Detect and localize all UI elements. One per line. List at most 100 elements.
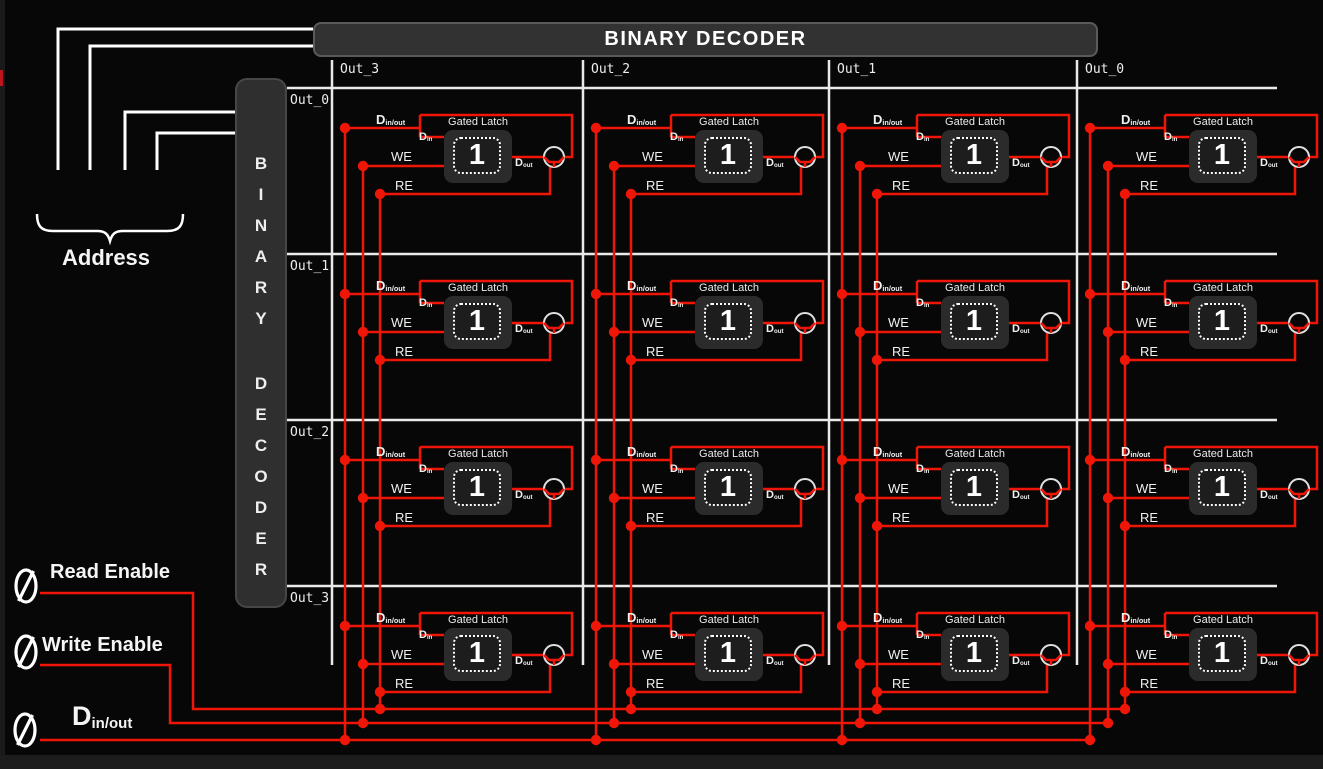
column-label-out_0: Out_0 <box>1085 62 1124 77</box>
window-left-edge-accent <box>0 70 3 86</box>
din-label: Din <box>670 297 683 309</box>
memory-cell: Din/out WE RE Gated Latch Din 1 Dout <box>583 420 833 586</box>
din-label: Din <box>1164 463 1177 475</box>
gated-latch-title: Gated Latch <box>945 614 1005 626</box>
top-binary-decoder-label: BINARY DECODER <box>604 28 806 51</box>
dout-label: Dout <box>1260 489 1278 501</box>
gated-latch-box: Din 1 <box>444 628 512 681</box>
gated-latch-box: Din 1 <box>444 462 512 515</box>
address-label: Address <box>62 245 150 271</box>
din-label: Din <box>916 131 929 143</box>
cell-re-label: RE <box>395 344 413 359</box>
stored-bit-display[interactable]: 1 <box>950 635 998 672</box>
dout-label: Dout <box>1260 655 1278 667</box>
cell-dinout-label: Din/out <box>627 112 656 127</box>
cell-re-label: RE <box>646 676 664 691</box>
dout-label: Dout <box>515 655 533 667</box>
cell-dinout-label: Din/out <box>1121 278 1150 293</box>
stored-bit-display[interactable]: 1 <box>950 137 998 174</box>
stored-bit-display[interactable]: 1 <box>453 303 501 340</box>
din-label: Din <box>916 629 929 641</box>
left-decoder-letter: A <box>255 241 267 272</box>
gated-latch-title: Gated Latch <box>945 116 1005 128</box>
gated-latch-box: Din 1 <box>695 296 763 349</box>
gated-latch-title: Gated Latch <box>699 448 759 460</box>
cell-dinout-label: Din/out <box>376 112 405 127</box>
gated-latch-box: Din 1 <box>444 296 512 349</box>
cell-we-label: WE <box>1136 315 1157 330</box>
cell-dinout-label: Din/out <box>627 610 656 625</box>
cell-dinout-label: Din/out <box>627 278 656 293</box>
cell-re-label: RE <box>1140 344 1158 359</box>
stored-bit-display[interactable]: 1 <box>1198 137 1246 174</box>
memory-cell: Din/out WE RE Gated Latch Din 1 Dout <box>583 254 833 420</box>
gated-latch-box: Din 1 <box>1189 130 1257 183</box>
row-label-out_0: Out_0 <box>290 93 329 108</box>
gated-latch-box: Din 1 <box>444 130 512 183</box>
cell-we-label: WE <box>642 149 663 164</box>
column-label-out_1: Out_1 <box>837 62 876 77</box>
cell-we-label: WE <box>642 647 663 662</box>
memory-cell: Din/out WE RE Gated Latch Din 1 Dout <box>1077 88 1323 254</box>
cell-dinout-label: Din/out <box>627 444 656 459</box>
cell-we-label: WE <box>888 149 909 164</box>
stored-bit-display[interactable]: 1 <box>453 469 501 506</box>
column-label-out_2: Out_2 <box>591 62 630 77</box>
cell-dinout-label: Din/out <box>873 610 902 625</box>
read-enable-zero-toggle[interactable] <box>11 566 41 606</box>
write-enable-zero-toggle[interactable] <box>11 632 41 672</box>
cell-re-label: RE <box>892 344 910 359</box>
stored-bit-display[interactable]: 1 <box>704 303 752 340</box>
stored-bit-display[interactable]: 1 <box>1198 635 1246 672</box>
cell-re-label: RE <box>646 510 664 525</box>
stored-bit-display[interactable]: 1 <box>704 469 752 506</box>
stored-bit-display[interactable]: 1 <box>704 635 752 672</box>
stored-bit-display[interactable]: 1 <box>1198 469 1246 506</box>
cell-dinout-label: Din/out <box>376 278 405 293</box>
dout-label: Dout <box>1260 323 1278 335</box>
gated-latch-box: Din 1 <box>1189 296 1257 349</box>
cell-we-label: WE <box>888 647 909 662</box>
stored-bit-display[interactable]: 1 <box>950 469 998 506</box>
memory-cell: Din/out WE RE Gated Latch Din 1 Dout <box>829 254 1079 420</box>
cell-re-label: RE <box>1140 510 1158 525</box>
gated-latch-box: Din 1 <box>1189 628 1257 681</box>
din-label: Din <box>916 297 929 309</box>
din-label: Din <box>1164 131 1177 143</box>
data-inout-label: Din/out <box>72 701 132 732</box>
left-decoder-letter: E <box>255 523 266 554</box>
cell-re-label: RE <box>395 178 413 193</box>
cell-dinout-label: Din/out <box>873 278 902 293</box>
cell-dinout-label: Din/out <box>873 112 902 127</box>
cell-re-label: RE <box>892 178 910 193</box>
gated-latch-box: Din 1 <box>941 296 1009 349</box>
data-inout-zero-toggle[interactable] <box>10 710 40 750</box>
top-binary-decoder: BINARY DECODER <box>313 22 1098 57</box>
cell-dinout-label: Din/out <box>376 444 405 459</box>
stored-bit-display[interactable]: 1 <box>453 137 501 174</box>
din-label: Din <box>670 463 683 475</box>
stored-bit-display[interactable]: 1 <box>704 137 752 174</box>
row-label-out_1: Out_1 <box>290 259 329 274</box>
cell-we-label: WE <box>1136 481 1157 496</box>
stored-bit-display[interactable]: 1 <box>453 635 501 672</box>
cell-dinout-label: Din/out <box>1121 112 1150 127</box>
gated-latch-title: Gated Latch <box>448 448 508 460</box>
left-decoder-letter: E <box>255 399 266 430</box>
gated-latch-box: Din 1 <box>695 462 763 515</box>
zero-glyph <box>11 632 41 672</box>
stored-bit-display[interactable]: 1 <box>950 303 998 340</box>
gated-latch-title: Gated Latch <box>448 116 508 128</box>
cell-we-label: WE <box>391 647 412 662</box>
cell-re-label: RE <box>395 510 413 525</box>
stored-bit-display[interactable]: 1 <box>1198 303 1246 340</box>
dout-label: Dout <box>1012 323 1030 335</box>
dout-label: Dout <box>515 157 533 169</box>
dout-label: Dout <box>1012 655 1030 667</box>
left-decoder-letter: R <box>255 272 267 303</box>
window-left-edge <box>0 0 5 755</box>
window-bottom-edge <box>0 755 1323 769</box>
din-label: Din <box>916 463 929 475</box>
cell-we-label: WE <box>391 149 412 164</box>
memory-cell: Din/out WE RE Gated Latch Din 1 Dout <box>332 586 582 752</box>
